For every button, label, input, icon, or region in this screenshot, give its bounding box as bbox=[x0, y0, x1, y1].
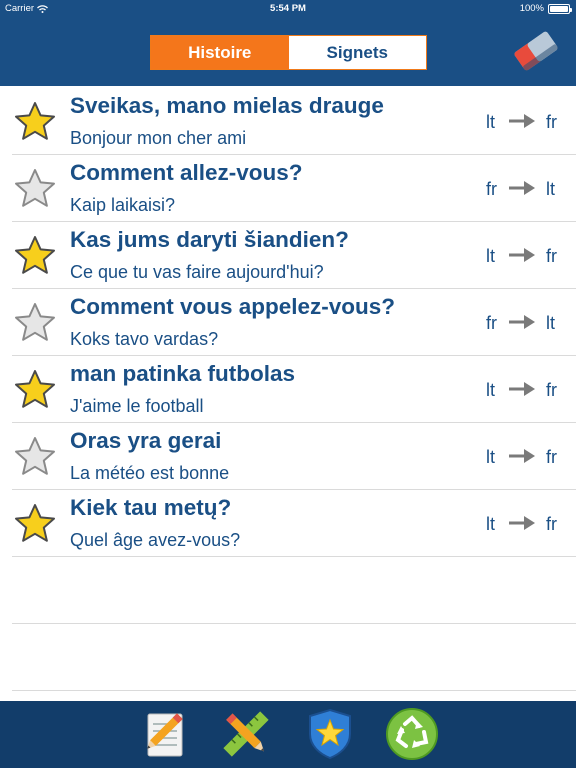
list-item[interactable]: Comment allez-vous? Kaip laikaisi? fr lt bbox=[0, 155, 576, 222]
list-item[interactable]: Comment vous appelez-vous? Koks tavo vard… bbox=[0, 289, 576, 356]
phrase-translation: Quel âge avez-vous? bbox=[70, 530, 241, 550]
source-language: lt bbox=[486, 246, 495, 266]
star-outline-icon[interactable] bbox=[12, 166, 58, 212]
phrase-title: Sveikas, mano mielas drauge bbox=[70, 93, 384, 118]
battery-icon bbox=[548, 3, 572, 14]
list-item[interactable]: Sveikas, mano mielas drauge Bonjour mon c… bbox=[0, 88, 576, 155]
arrow-right-icon bbox=[509, 382, 535, 396]
phrase-translation: Bonjour mon cher ami bbox=[70, 128, 247, 148]
star-outline-icon[interactable] bbox=[12, 434, 58, 480]
arrow-right-icon bbox=[509, 516, 535, 530]
phrase-title: Comment vous appelez-vous? bbox=[70, 294, 396, 319]
target-language: fr bbox=[546, 514, 557, 534]
phrase-translation: J'aime le football bbox=[70, 396, 204, 416]
star-filled-icon[interactable] bbox=[12, 367, 58, 413]
target-language: lt bbox=[546, 313, 555, 333]
phrase-translation: Kaip laikaisi? bbox=[70, 195, 176, 215]
target-language: lt bbox=[546, 179, 555, 199]
star-filled-icon[interactable] bbox=[12, 233, 58, 279]
phrase-translation: Koks tavo vardas? bbox=[70, 329, 219, 349]
target-language: fr bbox=[546, 447, 557, 467]
arrow-right-icon bbox=[509, 248, 535, 262]
source-language: lt bbox=[486, 514, 495, 534]
notepad-pencil-icon[interactable] bbox=[136, 706, 192, 762]
target-language: fr bbox=[546, 112, 557, 132]
source-language: lt bbox=[486, 112, 495, 132]
source-language: fr bbox=[486, 179, 497, 199]
source-language: fr bbox=[486, 313, 497, 333]
list-item[interactable]: Kas jums daryti šiandien? Ce que tu vas f… bbox=[0, 222, 576, 289]
star-filled-icon[interactable] bbox=[12, 99, 58, 145]
arrow-right-icon bbox=[509, 181, 535, 195]
ruler-pencil-icon[interactable] bbox=[218, 706, 274, 762]
phrase-title: Oras yra gerai bbox=[70, 428, 222, 453]
list-item[interactable]: Kiek tau metų? Quel âge avez-vous? lt fr bbox=[0, 490, 576, 557]
phrase-title: Kiek tau metų? bbox=[70, 495, 232, 520]
tab-bookmarks[interactable]: Signets bbox=[288, 36, 426, 69]
star-filled-icon[interactable] bbox=[12, 501, 58, 547]
arrow-right-icon bbox=[509, 449, 535, 463]
recycle-icon[interactable] bbox=[384, 706, 440, 762]
source-language: lt bbox=[486, 447, 495, 467]
star-outline-icon[interactable] bbox=[12, 300, 58, 346]
star-shield-icon[interactable] bbox=[302, 706, 358, 762]
source-language: lt bbox=[486, 380, 495, 400]
eraser-icon[interactable] bbox=[512, 26, 560, 76]
tab-history[interactable]: Histoire bbox=[151, 36, 289, 69]
target-language: fr bbox=[546, 380, 557, 400]
battery-percent: 100% bbox=[519, 3, 544, 14]
empty-row bbox=[0, 624, 576, 691]
history-list: Sveikas, mano mielas drauge Bonjour mon c… bbox=[0, 88, 576, 691]
bottom-toolbar bbox=[0, 701, 576, 768]
clock: 5:54 PM bbox=[270, 3, 306, 14]
phrase-translation: La météo est bonne bbox=[70, 463, 230, 483]
phrase-title: man patinka futbolas bbox=[70, 361, 296, 386]
empty-row bbox=[0, 557, 576, 624]
phrase-title: Kas jums daryti šiandien? bbox=[70, 227, 349, 252]
arrow-right-icon bbox=[509, 114, 535, 128]
target-language: fr bbox=[546, 246, 557, 266]
phrase-translation: Ce que tu vas faire aujourd'hui? bbox=[70, 262, 324, 282]
segmented-control: Histoire Signets bbox=[150, 35, 427, 70]
list-item[interactable]: man patinka futbolas J'aime le football lt… bbox=[0, 356, 576, 423]
navigation-bar: Histoire Signets bbox=[0, 18, 576, 86]
phrase-title: Comment allez-vous? bbox=[70, 160, 303, 185]
list-item[interactable]: Oras yra gerai La météo est bonne lt fr bbox=[0, 423, 576, 490]
battery-indicator: 100% bbox=[519, 3, 572, 14]
status-bar: Carrier 5:54 PM 100% bbox=[0, 0, 576, 18]
arrow-right-icon bbox=[509, 315, 535, 329]
